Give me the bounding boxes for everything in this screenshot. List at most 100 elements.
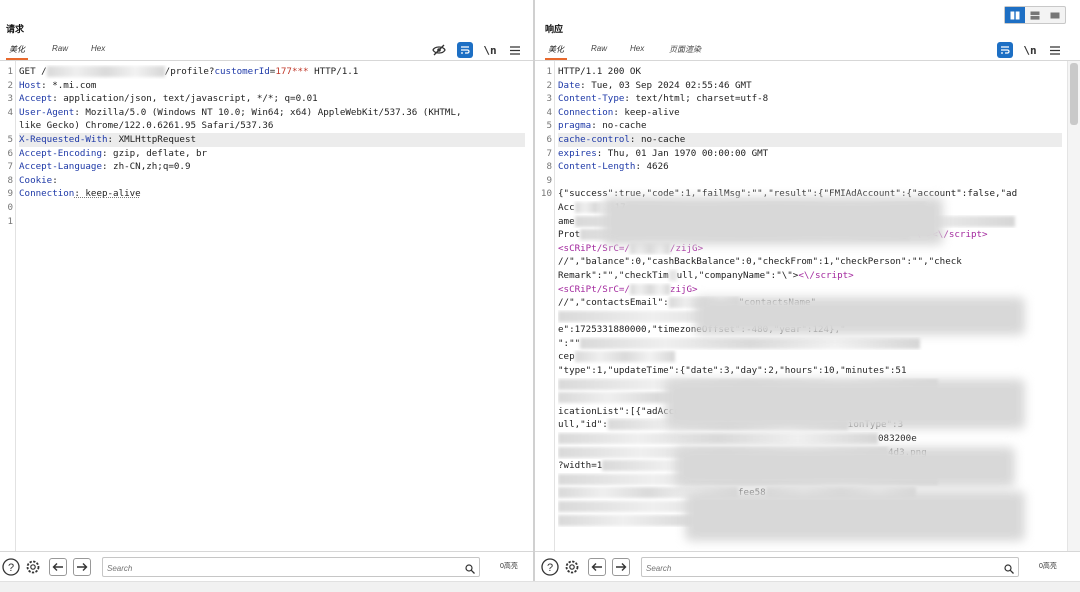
response-pane: 响应 美化 Raw Hex 页面渲染 \n 1 2 3 4 5 6 7 8 9 10 HTTP/1…: [535, 0, 1080, 582]
layout-toggle: [1004, 6, 1066, 24]
help-icon[interactable]: ?: [2, 558, 20, 576]
back-button[interactable]: [588, 558, 606, 576]
code-line[interactable]: X-Requested-With: XMLHttpRequest: [19, 132, 525, 147]
response-tab-hex[interactable]: Hex: [630, 44, 644, 53]
code-line[interactable]: Remark":"","checkTim ull,"companyName":"\…: [558, 269, 1062, 283]
response-search-input[interactable]: [646, 560, 966, 577]
code-line[interactable]: Host: *.mi.com: [19, 79, 525, 93]
code-text: : keep-alive: [74, 188, 141, 200]
newline-toggle-icon[interactable]: \n: [1022, 42, 1038, 58]
code-text: : 4626: [635, 161, 669, 173]
request-code[interactable]: GET //profile?customerId=177*** HTTP/1.1…: [19, 65, 525, 228]
status-strip: [0, 581, 1080, 592]
redaction-blur: [685, 491, 1025, 541]
code-line[interactable]: Content-Length: 4626: [558, 160, 1062, 174]
request-tabbar: 美化 Raw Hex \n: [0, 40, 533, 61]
code-text: : no-cache: [591, 120, 647, 132]
response-tab-pretty[interactable]: 美化: [545, 44, 567, 60]
hide-nonprintable-icon[interactable]: [431, 42, 447, 58]
header-name: Accept-Encoding: [19, 147, 102, 159]
code-line[interactable]: [558, 174, 1062, 188]
newline-toggle-icon[interactable]: \n: [482, 42, 498, 58]
redaction-blur: [603, 197, 943, 245]
code-line[interactable]: expires: Thu, 01 Jan 1970 00:00:00 GMT: [558, 147, 1062, 161]
header-name: User-Agent: [19, 106, 75, 118]
request-tab-raw[interactable]: Raw: [52, 44, 68, 53]
code-text: : text/html; charset=utf-8: [624, 93, 769, 105]
redaction-blur: [695, 297, 1025, 335]
layout-stacked-icon[interactable]: [1025, 7, 1045, 23]
line-number: 8: [546, 161, 552, 173]
menu-icon[interactable]: [507, 42, 523, 58]
code-line[interactable]: Connection: keep-alive: [558, 106, 1062, 120]
code-text: : *.mi.com: [41, 79, 97, 91]
code-line[interactable]: HTTP/1.1 200 OK: [558, 65, 1062, 79]
back-button[interactable]: [49, 558, 67, 576]
code-line[interactable]: [19, 201, 525, 215]
code-line[interactable]: Cookie:: [19, 174, 525, 188]
code-text: : XMLHttpRequest: [107, 133, 197, 145]
request-tab-pretty[interactable]: 美化: [6, 44, 28, 60]
code-text: : Mozilla/5.0 (Windows NT 10.0; Win64; x…: [74, 106, 462, 118]
code-line[interactable]: [19, 215, 525, 229]
line-number: 3: [7, 93, 13, 105]
header-name: Content-Length: [558, 161, 636, 173]
request-match-count: 0高亮: [500, 563, 518, 570]
code-line[interactable]: like Gecko) Chrome/122.0.6261.95 Safari/…: [19, 119, 525, 133]
line-number: [0, 119, 13, 133]
settings-icon[interactable]: [24, 558, 42, 576]
request-footer: ? 0高亮: [0, 551, 533, 582]
wrap-lines-icon[interactable]: [457, 42, 473, 58]
code-line[interactable]: <sCRiPt/SrC=/ zijG>: [558, 283, 1062, 297]
search-icon[interactable]: [465, 561, 475, 579]
header-name: Accept-Language: [19, 161, 102, 173]
code-line[interactable]: Date: Tue, 03 Sep 2024 02:55:46 GMT: [558, 79, 1062, 93]
search-icon[interactable]: [1004, 561, 1014, 579]
request-gutter-divider: [15, 61, 16, 552]
forward-button[interactable]: [612, 558, 630, 576]
response-scrollbar[interactable]: [1067, 61, 1080, 552]
header-name: Accept: [19, 93, 53, 105]
help-icon[interactable]: ?: [541, 558, 559, 576]
code-line[interactable]: Connection: keep-alive: [19, 187, 525, 201]
response-editor[interactable]: 1 2 3 4 5 6 7 8 9 10 HTTP/1.1 200 OK Date: Tue, 03…: [535, 61, 1080, 552]
code-text: ull,"companyName":"\">: [676, 269, 799, 281]
code-line[interactable]: ":"": [558, 337, 1062, 351]
response-gutter-divider: [554, 61, 555, 552]
forward-button[interactable]: [73, 558, 91, 576]
request-editor[interactable]: 12345678901 GET //profile?customerId=177…: [0, 61, 533, 552]
code-line[interactable]: pragma: no-cache: [558, 119, 1062, 133]
layout-tabs-icon[interactable]: [1045, 7, 1065, 23]
settings-icon[interactable]: [563, 558, 581, 576]
code-line[interactable]: cache-control: no-cache: [558, 132, 1062, 147]
code-line[interactable]: Accept-Language: zh-CN,zh;q=0.9: [19, 160, 525, 174]
code-line[interactable]: Content-Type: text/html; charset=utf-8: [558, 92, 1062, 106]
code-line[interactable]: GET //profile?customerId=177*** HTTP/1.1: [19, 65, 525, 79]
response-tab-raw[interactable]: Raw: [591, 44, 607, 53]
code-line[interactable]: Accept: application/json, text/javascrip…: [19, 92, 525, 106]
code-text: "type":1,"updateTime":{"date":3,"day":2,…: [558, 365, 907, 377]
layout-side-by-side-icon[interactable]: [1005, 7, 1025, 23]
line-number: 2: [546, 79, 552, 91]
line-number: 7: [546, 147, 552, 159]
code-line[interactable]: 083200e: [558, 432, 1062, 446]
code-text: /profile?: [164, 66, 215, 77]
redaction-blur: [558, 433, 878, 445]
code-line[interactable]: Accept-Encoding: gzip, deflate, br: [19, 147, 525, 161]
header-name: X-Requested-With: [19, 133, 108, 145]
wrap-lines-icon[interactable]: [997, 42, 1013, 58]
line-number: 3: [546, 93, 552, 105]
request-tab-hex[interactable]: Hex: [91, 44, 105, 53]
payload-text: <sCRiPt/SrC=/: [558, 283, 630, 295]
code-text: ?width=1: [558, 460, 603, 472]
code-line[interactable]: cep: [558, 350, 1062, 364]
response-tab-render[interactable]: 页面渲染: [669, 44, 701, 55]
code-line[interactable]: "type":1,"updateTime":{"date":3,"day":2,…: [558, 364, 1062, 378]
header-name: Connection: [19, 188, 75, 200]
response-scrollbar-thumb[interactable]: [1070, 63, 1078, 125]
code-text: Remark":"","checkTim: [558, 269, 669, 281]
code-line[interactable]: //","balance":0,"cashBackBalance":0,"che…: [558, 255, 1062, 269]
menu-icon[interactable]: [1047, 42, 1063, 58]
request-search-input[interactable]: [107, 560, 427, 577]
code-line[interactable]: User-Agent: Mozilla/5.0 (Windows NT 10.0…: [19, 106, 525, 120]
